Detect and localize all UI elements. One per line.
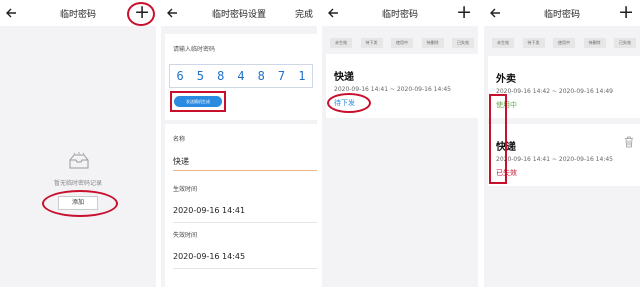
page-title: 临时密码 xyxy=(381,10,418,20)
password-digit: 5 xyxy=(196,69,205,83)
screen-temp-password-list: 临时密码 + 未生效 待下发 使用中 待删除 已失效 快递 2020-09-16… xyxy=(322,0,478,287)
item-name: 快递 xyxy=(334,72,354,83)
password-card: 请输入临时密码 6 5 8 4 8 7 1 发送随机生成 xyxy=(165,34,317,120)
screen-temp-password-list-status: 临时密码 + 未生效 待下发 使用中 待删除 已失效 外卖 2020-09-16… xyxy=(484,0,640,287)
filter-chip[interactable]: 已失效 xyxy=(614,38,636,48)
annotation-circle xyxy=(127,2,155,26)
end-time-field[interactable]: 2020-09-16 14:45 xyxy=(173,252,245,261)
filter-chip[interactable]: 使用中 xyxy=(553,38,575,48)
empty-state-text: 暂无临时密码记录 xyxy=(53,180,102,187)
item-time-range: 2020-09-16 14:41 ~ 2020-09-16 14:45 xyxy=(334,86,451,93)
item-time-range: 2020-09-16 14:41 ~ 2020-09-16 14:45 xyxy=(496,156,613,163)
filter-chip[interactable]: 未生效 xyxy=(492,38,514,48)
name-label: 名称 xyxy=(173,136,186,143)
annotation-circle xyxy=(42,190,118,217)
filter-chip[interactable]: 未生效 xyxy=(330,38,352,48)
plus-icon[interactable]: + xyxy=(618,1,634,23)
top-bar: 临时密码设置 完成 xyxy=(161,0,317,26)
divider xyxy=(173,268,317,269)
status-filter-tabs: 未生效 待下发 使用中 待删除 已失效 xyxy=(330,38,474,48)
end-time-label: 失效时间 xyxy=(173,232,198,239)
name-underline xyxy=(173,170,317,171)
filter-chip[interactable]: 待删除 xyxy=(421,38,444,48)
top-bar: 临时密码 + xyxy=(322,0,478,26)
start-time-label: 生效时间 xyxy=(173,186,198,193)
page-title: 临时密码 xyxy=(543,10,580,20)
annotation-rect xyxy=(170,91,226,112)
password-item[interactable]: 快递 2020-09-16 14:41 ~ 2020-09-16 14:45 已… xyxy=(488,124,640,186)
password-item[interactable]: 外卖 2020-09-16 14:42 ~ 2020-09-16 14:49 使… xyxy=(488,56,640,118)
item-time-range: 2020-09-16 14:42 ~ 2020-09-16 14:49 xyxy=(496,88,613,95)
screen-temp-password-settings: 临时密码设置 完成 请输入临时密码 6 5 8 4 8 7 1 发送随机生成 名… xyxy=(161,0,317,287)
empty-inbox-icon xyxy=(69,152,89,169)
status-filter-tabs: 未生效 待下发 使用中 待删除 已失效 xyxy=(492,38,636,48)
password-digit: 4 xyxy=(237,69,245,83)
filter-chip[interactable]: 待下发 xyxy=(360,38,383,48)
filter-chip[interactable]: 已失效 xyxy=(452,38,474,48)
name-field[interactable]: 快递 xyxy=(173,156,189,167)
password-hint: 请输入临时密码 xyxy=(173,46,216,53)
filter-chip[interactable]: 待删除 xyxy=(583,38,606,48)
divider xyxy=(173,222,317,223)
annotation-circle xyxy=(327,93,371,113)
screen-temp-password-empty: 临时密码 + 暂无临时密码记录 添加 xyxy=(0,0,156,287)
settings-form: 名称 快递 生效时间 2020-09-16 14:41 失效时间 2020-09… xyxy=(165,124,317,287)
filter-chip[interactable]: 使用中 xyxy=(391,38,413,48)
password-digits[interactable]: 6 5 8 4 8 7 1 xyxy=(169,64,313,88)
password-digit: 1 xyxy=(298,69,306,83)
start-time-field[interactable]: 2020-09-16 14:41 xyxy=(173,206,245,215)
password-item[interactable]: 快递 2020-09-16 14:41 ~ 2020-09-16 14:45 待… xyxy=(326,54,478,118)
page-title: 临时密码设置 xyxy=(211,10,266,20)
plus-icon[interactable]: + xyxy=(456,1,472,23)
password-digit: 8 xyxy=(217,69,225,83)
trash-icon[interactable] xyxy=(624,136,634,148)
annotation-rect xyxy=(489,94,507,184)
password-digit: 8 xyxy=(257,69,265,83)
password-digit: 7 xyxy=(277,69,286,83)
top-bar: 临时密码 + xyxy=(484,0,640,26)
done-button[interactable]: 完成 xyxy=(295,7,313,20)
filter-chip[interactable]: 待下发 xyxy=(522,38,545,48)
item-name: 外卖 xyxy=(496,74,516,85)
password-digit: 6 xyxy=(176,69,184,83)
